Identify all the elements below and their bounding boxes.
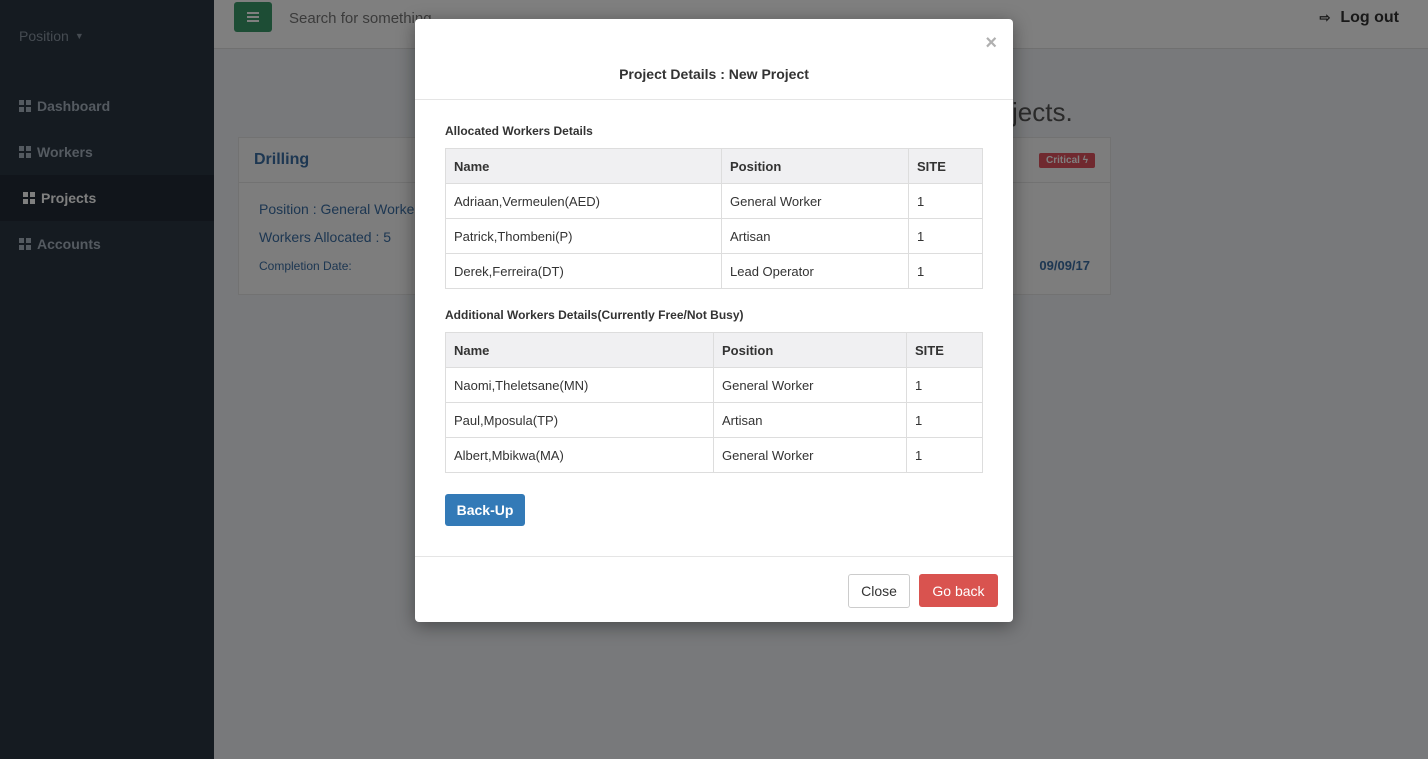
modal-title: Project Details : New Project [619, 66, 809, 82]
backup-button[interactable]: Back-Up [445, 494, 525, 526]
worker-position: Artisan [721, 218, 909, 254]
additional-workers-table: Name Position SITE Naomi,Theletsane(MN) … [445, 332, 983, 473]
close-icon[interactable]: × [985, 32, 997, 55]
worker-name: Naomi,Theletsane(MN) [445, 367, 714, 403]
worker-position: Artisan [713, 402, 907, 438]
worker-name: Adriaan,Vermeulen(AED) [445, 183, 722, 219]
worker-site: 1 [906, 367, 983, 403]
project-details-modal: × Project Details : New Project Allocate… [415, 19, 1013, 622]
column-header-name: Name [445, 148, 722, 184]
worker-position: General Worker [721, 183, 909, 219]
worker-site: 1 [908, 253, 983, 289]
modal-footer: Close Go back [415, 556, 1013, 623]
worker-name: Albert,Mbikwa(MA) [445, 437, 714, 473]
allocated-workers-heading: Allocated Workers Details [445, 124, 593, 138]
worker-position: General Worker [713, 437, 907, 473]
worker-name: Paul,Mposula(TP) [445, 402, 714, 438]
worker-site: 1 [906, 402, 983, 438]
table-row: Paul,Mposula(TP) Artisan 1 [445, 402, 983, 438]
worker-name: Patrick,Thombeni(P) [445, 218, 722, 254]
additional-workers-heading: Additional Workers Details(Currently Fre… [445, 308, 744, 322]
close-button[interactable]: Close [848, 574, 910, 608]
table-row: Albert,Mbikwa(MA) General Worker 1 [445, 437, 983, 473]
modal-header: × Project Details : New Project [415, 19, 1013, 100]
worker-name: Derek,Ferreira(DT) [445, 253, 722, 289]
column-header-site: SITE [908, 148, 983, 184]
table-row: Patrick,Thombeni(P) Artisan 1 [445, 218, 983, 254]
table-header-row: Name Position SITE [445, 148, 983, 184]
column-header-site: SITE [906, 332, 983, 368]
worker-site: 1 [906, 437, 983, 473]
column-header-position: Position [713, 332, 907, 368]
allocated-workers-table: Name Position SITE Adriaan,Vermeulen(AED… [445, 148, 983, 289]
worker-site: 1 [908, 183, 983, 219]
worker-position: Lead Operator [721, 253, 909, 289]
go-back-button[interactable]: Go back [919, 574, 998, 607]
worker-position: General Worker [713, 367, 907, 403]
column-header-name: Name [445, 332, 714, 368]
table-header-row: Name Position SITE [445, 332, 983, 368]
table-row: Derek,Ferreira(DT) Lead Operator 1 [445, 253, 983, 289]
worker-site: 1 [908, 218, 983, 254]
table-row: Adriaan,Vermeulen(AED) General Worker 1 [445, 183, 983, 219]
table-row: Naomi,Theletsane(MN) General Worker 1 [445, 367, 983, 403]
column-header-position: Position [721, 148, 909, 184]
